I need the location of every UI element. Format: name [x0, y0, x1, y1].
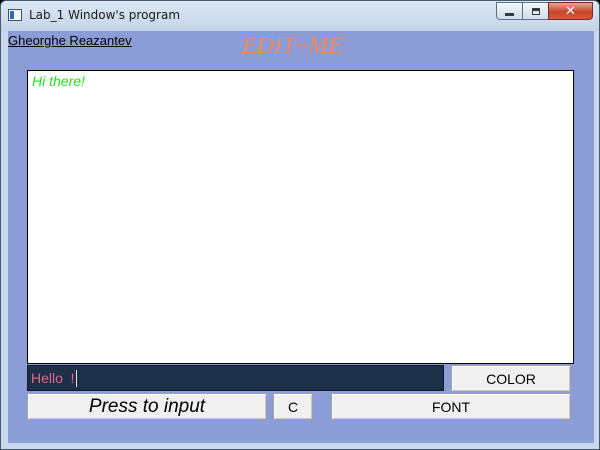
text-input[interactable]: Hello ! [27, 365, 444, 391]
output-text: Hi there! [32, 73, 85, 89]
close-button[interactable]: ✕ [548, 2, 593, 20]
window-title: Lab_1 Window's program [29, 8, 181, 22]
color-button[interactable]: COLOR [451, 365, 571, 392]
output-text-area[interactable]: Hi there! [27, 70, 574, 364]
maximize-icon [531, 7, 540, 15]
minimize-button[interactable] [496, 2, 522, 20]
app-window-icon [8, 9, 22, 21]
press-to-input-button[interactable]: Press to input [27, 393, 267, 420]
maximize-button[interactable] [522, 2, 548, 20]
font-button[interactable]: FONT [331, 393, 571, 420]
text-cursor [75, 369, 77, 387]
close-icon: ✕ [565, 3, 576, 19]
author-link[interactable]: Gheorghe Reazantev [8, 33, 132, 48]
minimize-icon [505, 12, 514, 16]
window-controls: ✕ [496, 2, 593, 20]
page-title: EDIT~ME [242, 33, 343, 59]
text-input-value: Hello ! [31, 370, 75, 386]
clear-button[interactable]: C [273, 393, 313, 420]
client-area: Gheorghe Reazantev EDIT~ME Hi there! Hel… [8, 31, 594, 443]
app-window: Lab_1 Window's program ✕ Gheorghe Reazan… [0, 0, 600, 450]
title-bar[interactable]: Lab_1 Window's program ✕ [1, 1, 599, 31]
